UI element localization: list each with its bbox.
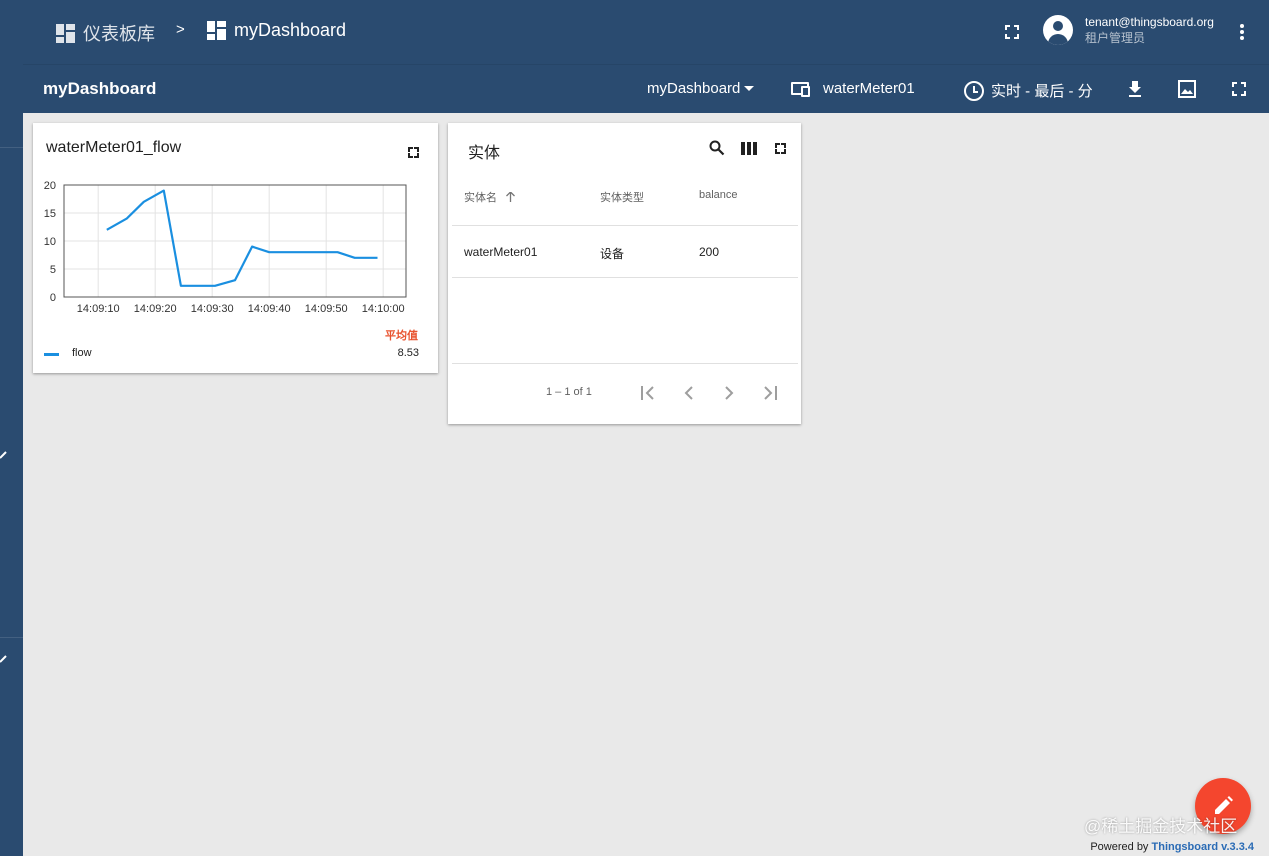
rail-divider (0, 147, 23, 148)
user-menu[interactable]: tenant@thingsboard.org 租户管理员 (1043, 14, 1214, 46)
fullscreen-icon[interactable] (1232, 82, 1246, 96)
x-tick-label: 14:09:10 (77, 303, 120, 315)
line-chart: 0 5 10 15 20 14:09:10 14:09:20 14:09:30 14:09:40… (44, 180, 407, 315)
x-tick-label: 14:09:50 (305, 303, 348, 315)
previous-page-icon[interactable] (678, 384, 700, 402)
download-icon[interactable] (1125, 79, 1145, 99)
breadcrumb-dashboards[interactable]: 仪表板库 (56, 20, 155, 46)
timewindow-label: 实时 - 最后 - 分 (991, 83, 1093, 100)
x-tick-label: 14:09:40 (248, 303, 291, 315)
legend-row[interactable]: flow 8.53 (44, 347, 419, 361)
widget-fullscreen-icon[interactable] (775, 143, 786, 154)
dashboard-title: myDashboard (43, 79, 157, 98)
table-header-divider (452, 225, 798, 226)
first-page-icon[interactable] (638, 384, 660, 402)
legend-avg-value: 8.53 (397, 347, 419, 359)
export-image-icon[interactable] (1177, 79, 1197, 99)
clock-icon (964, 80, 984, 101)
devices-icon (791, 81, 813, 97)
column-header-type[interactable]: 实体类型 (600, 189, 644, 205)
y-tick-label: 5 (50, 264, 56, 276)
column-header-balance[interactable]: balance (699, 189, 738, 201)
table-row-divider (452, 277, 798, 278)
y-tick-label: 0 (50, 292, 56, 304)
dashboard-select[interactable]: myDashboard (647, 80, 755, 97)
dashboard-icon (207, 21, 226, 40)
entity-alias-label: waterMeter01 (823, 80, 915, 97)
search-icon[interactable] (709, 140, 725, 156)
powered-by: Powered by Thingsboard v.3.3.4 (1090, 841, 1254, 853)
pagination-range: 1 – 1 of 1 (546, 386, 592, 398)
legend-label: flow (72, 347, 92, 359)
account-circle-icon (1043, 15, 1073, 45)
dashboard-select-value: myDashboard (647, 80, 741, 97)
x-tick-label: 14:10:00 (362, 303, 405, 315)
widget-title: 实体 (468, 145, 501, 162)
user-role: 租户管理员 (1085, 31, 1146, 45)
y-tick-label: 20 (44, 180, 56, 192)
breadcrumb-root-label: 仪表板库 (83, 24, 155, 44)
x-tick-label: 14:09:30 (191, 303, 234, 315)
powered-by-brand[interactable]: Thingsboard v.3.3.4 (1152, 841, 1255, 853)
breadcrumb-current: myDashboard (207, 20, 346, 41)
dashboards-icon (56, 23, 75, 43)
chart-widget: waterMeter01_flow 0 5 10 15 20 14:09:10 14:09:… (33, 123, 438, 373)
cell-entity-name: waterMeter01 (464, 245, 538, 259)
top-app-bar: 仪表板库 > myDashboard tenant@thingsboard.or… (0, 0, 1269, 64)
legend-avg-header: 平均值 (385, 330, 418, 342)
timewindow-button[interactable]: 实时 - 最后 - 分 (964, 80, 1093, 101)
dropdown-caret-icon (744, 86, 755, 91)
rail-divider (0, 637, 23, 638)
series-line-flow (106, 189, 378, 287)
powered-by-prefix: Powered by (1090, 841, 1149, 853)
rail-edit-icon[interactable] (0, 653, 8, 663)
side-rail (0, 0, 23, 856)
breadcrumb-separator: > (176, 21, 185, 38)
more-vert-icon[interactable] (1240, 24, 1244, 40)
user-name: tenant@thingsboard.org (1085, 15, 1214, 29)
table-footer-divider (452, 363, 798, 364)
entities-table-widget: 实体 实体名 实体类型 balance waterMeter01 设备 200 … (448, 123, 801, 424)
column-header-name[interactable]: 实体名 (464, 189, 516, 205)
x-tick-label: 14:09:20 (134, 303, 177, 315)
breadcrumb-current-label: myDashboard (234, 20, 347, 40)
y-tick-label: 10 (44, 236, 56, 248)
cell-balance: 200 (699, 245, 720, 259)
y-tick-label: 15 (44, 208, 56, 220)
next-page-icon[interactable] (718, 384, 740, 402)
dashboard-toolbar: myDashboard myDashboard waterMeter01 实时 … (23, 64, 1269, 113)
rail-edit-icon[interactable] (0, 449, 8, 459)
cell-entity-type: 设备 (600, 247, 625, 261)
legend-swatch (44, 353, 59, 356)
last-page-icon[interactable] (758, 384, 780, 402)
entity-alias-select[interactable]: waterMeter01 (791, 80, 915, 97)
watermark: @稀土掘金技术社区 (1084, 817, 1238, 836)
fullscreen-icon[interactable] (1005, 25, 1019, 39)
arrow-up-icon (506, 191, 516, 202)
columns-icon[interactable] (741, 142, 757, 155)
